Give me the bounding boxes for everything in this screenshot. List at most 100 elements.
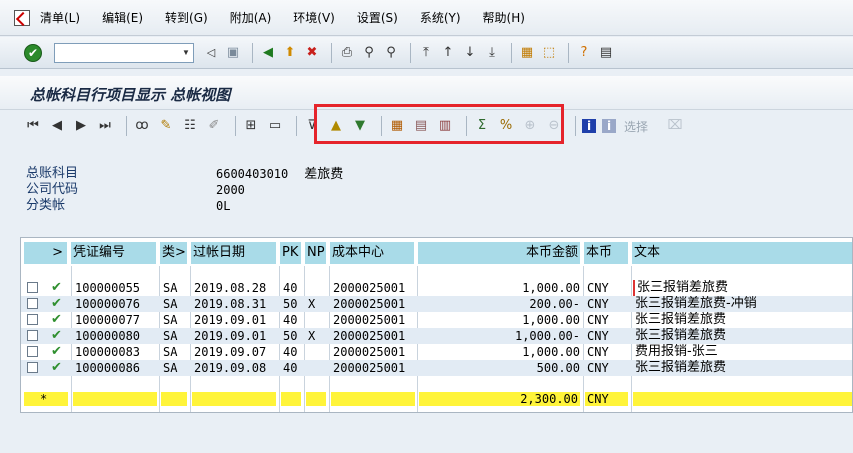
company-code-label: 公司代码: [26, 182, 79, 197]
cell-posting-date: 2019.09.08: [194, 361, 267, 375]
column-posting-key[interactable]: PK: [280, 242, 302, 264]
find-icon[interactable]: ⚲: [360, 44, 378, 62]
new-session-icon[interactable]: ▦: [518, 44, 536, 62]
green-back-icon[interactable]: ◀: [259, 44, 277, 62]
change-pencil-icon[interactable]: ✎: [157, 117, 175, 135]
cell-posting-date: 2019.09.01: [194, 313, 267, 327]
column-np[interactable]: NP: [305, 242, 327, 264]
save-layout-icon[interactable]: ▥: [436, 117, 454, 135]
total-sum-icon[interactable]: Σ: [473, 117, 491, 135]
command-field[interactable]: ▼: [54, 42, 194, 63]
company-code-row: 公司代码 2000: [26, 182, 343, 198]
last-item-icon[interactable]: ⏭: [96, 117, 114, 135]
exit-icon[interactable]: ⬆: [281, 44, 299, 62]
cell-doc-number[interactable]: 100000077: [73, 312, 159, 328]
table-row[interactable]: ✔ 100000083 SA 2019.09.07 40 2000025001 …: [21, 344, 852, 360]
back-icon[interactable]: ◁: [202, 44, 220, 62]
select-label: 选择: [624, 119, 649, 134]
column-cost-center[interactable]: 成本中心: [330, 242, 415, 264]
cell-posting-key: 40: [283, 281, 298, 295]
help-icon[interactable]: ?: [575, 44, 593, 62]
menu-edit[interactable]: 编辑(E): [102, 9, 143, 26]
menu-environment[interactable]: 环境(V): [293, 9, 335, 26]
last-page-icon[interactable]: ⤓: [483, 44, 501, 62]
cell-text: 张三报销差旅费: [635, 328, 727, 343]
menu-settings[interactable]: 设置(S): [357, 9, 398, 26]
table-row[interactable]: ✔ 100000055 SA 2019.08.28 40 2000025001 …: [21, 280, 852, 296]
mass-change-icon[interactable]: ✐: [205, 117, 223, 135]
document-icon[interactable]: ▭: [266, 117, 284, 135]
change-layout-icon[interactable]: ▦: [388, 117, 406, 135]
cell-currency: CNY: [587, 329, 609, 343]
save-icon[interactable]: ▣: [224, 44, 242, 62]
row-checkbox[interactable]: [27, 362, 38, 373]
cell-cost-center: 2000025001: [333, 281, 406, 295]
cell-cost-center: 2000025001: [333, 345, 406, 359]
document-overview-icon[interactable]: ☷: [181, 117, 199, 135]
table-row[interactable]: ✔ 100000077 SA 2019.09.01 40 2000025001 …: [21, 312, 852, 328]
total-date-blank: [192, 392, 276, 406]
table-row[interactable]: ✔ 100000080 SA 2019.09.01 50 X 200002500…: [21, 328, 852, 344]
table-row[interactable]: ✔ 100000076 SA 2019.08.31 50 X 200002500…: [21, 296, 852, 312]
menu-system[interactable]: 系统(Y): [420, 9, 461, 26]
cancel-icon[interactable]: ✖: [303, 44, 321, 62]
next-item-icon[interactable]: ▶: [72, 117, 90, 135]
filter-icon[interactable]: ⊽: [303, 117, 321, 135]
first-page-icon[interactable]: ⤒: [417, 44, 435, 62]
cell-np: [306, 360, 328, 376]
previous-item-icon[interactable]: ◀: [48, 117, 66, 135]
cell-doc-number[interactable]: 100000080: [73, 328, 159, 344]
cleared-check-icon: ✔: [51, 296, 62, 311]
cell-text: 费用报销-张三: [635, 344, 718, 359]
cell-posting-date: 2019.09.01: [194, 329, 267, 343]
cell-currency: CNY: [587, 297, 609, 311]
row-checkbox[interactable]: [27, 346, 38, 357]
display-glasses-icon[interactable]: ꝏ: [133, 117, 151, 135]
column-document-number[interactable]: 凭证编号: [71, 242, 157, 264]
gl-account-row: 总账科目 6600403010 差旅费: [26, 166, 343, 182]
layout-icon[interactable]: ▤: [597, 44, 615, 62]
cell-np: [306, 312, 328, 328]
menu-list[interactable]: 清单(L): [40, 9, 80, 26]
menu-help[interactable]: 帮助(H): [483, 9, 525, 26]
column-doc-type[interactable]: 类>: [160, 242, 188, 264]
application-toolbar: ⏮ ◀ ▶ ⏭ ꝏ ✎ ☷ ✐ ⊞ ▭ ⊽ ▲ ▼ ▦ ▤ ▥ Σ % ⊕ ⊖ …: [0, 111, 853, 141]
gl-account-number: 6600403010: [216, 167, 289, 181]
ok-icon[interactable]: ✔: [24, 43, 42, 62]
column-currency[interactable]: 本币: [584, 242, 629, 264]
chevron-down-icon[interactable]: ▼: [179, 48, 193, 57]
row-checkbox[interactable]: [27, 314, 38, 325]
print-icon[interactable]: ⎙: [338, 44, 356, 62]
row-checkbox[interactable]: [27, 298, 38, 309]
sort-ascending-icon[interactable]: ▲: [327, 117, 345, 135]
cell-doc-number[interactable]: 100000055: [73, 280, 159, 296]
row-checkbox[interactable]: [27, 330, 38, 341]
column-posting-date[interactable]: 过帐日期: [191, 242, 277, 264]
next-page-icon[interactable]: ↓: [461, 44, 479, 62]
menu-goto[interactable]: 转到(G): [165, 9, 208, 26]
cell-doc-number[interactable]: 100000083: [73, 344, 159, 360]
cell-doc-number[interactable]: 100000086: [73, 360, 159, 376]
cell-doc-number[interactable]: 100000076: [73, 296, 159, 312]
find-next-icon[interactable]: ⚲: [382, 44, 400, 62]
prev-page-icon[interactable]: ↑: [439, 44, 457, 62]
select-all-icon[interactable]: ⊞: [242, 117, 260, 135]
info-icon[interactable]: i: [582, 119, 596, 133]
row-checkbox[interactable]: [27, 282, 38, 293]
column-selector[interactable]: >: [24, 242, 68, 264]
sort-descending-icon[interactable]: ▼: [351, 117, 369, 135]
menu-extras[interactable]: 附加(A): [230, 9, 272, 26]
select-layout-icon[interactable]: ▤: [412, 117, 430, 135]
first-item-icon[interactable]: ⏮: [24, 117, 42, 135]
shortcut-icon[interactable]: ⬚: [540, 44, 558, 62]
subtotal-icon[interactable]: %: [497, 117, 515, 135]
selection-info-icon: i: [602, 119, 616, 133]
window-menu-icon[interactable]: [14, 9, 30, 26]
column-amount[interactable]: 本币金额: [418, 242, 581, 264]
table-row[interactable]: ✔ 100000086 SA 2019.09.08 40 2000025001 …: [21, 360, 852, 376]
column-text[interactable]: 文本: [632, 242, 852, 264]
cell-posting-key: 50: [283, 329, 298, 343]
cell-amount: 1,000.00: [522, 345, 580, 359]
command-input[interactable]: [61, 43, 179, 62]
cell-cost-center: 2000025001: [333, 313, 406, 327]
